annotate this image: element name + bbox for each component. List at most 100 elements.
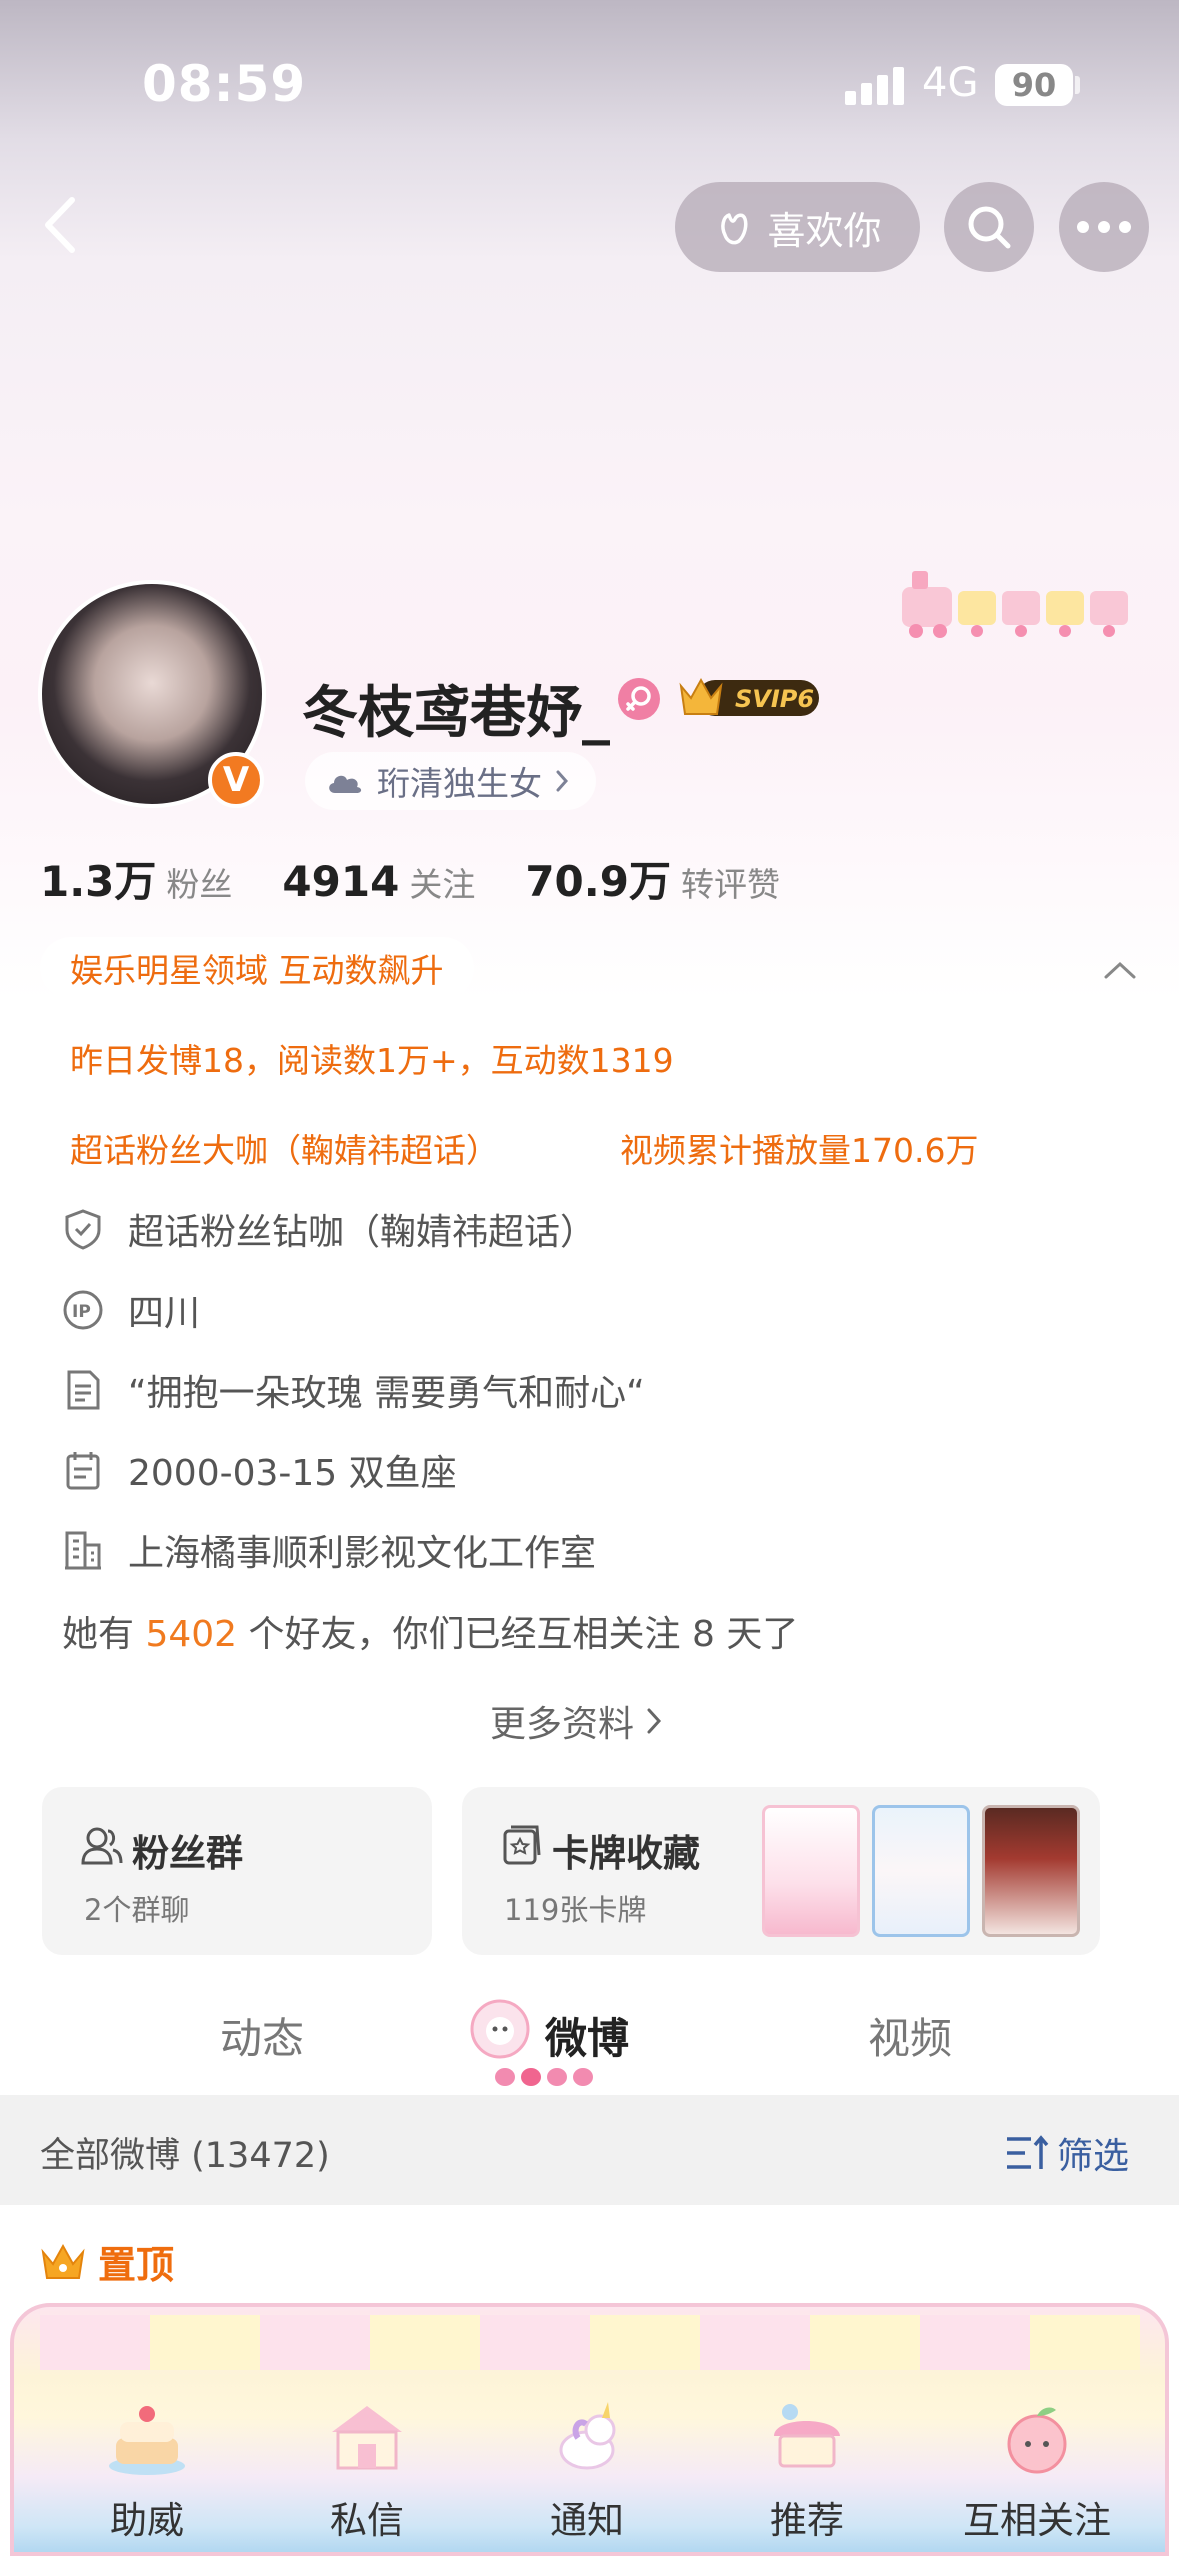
cake-icon bbox=[109, 2406, 185, 2475]
nav-recommend-label: 推荐 bbox=[770, 2499, 844, 2542]
search-icon bbox=[968, 206, 1011, 249]
tab-videos[interactable]: 视频 bbox=[868, 2005, 952, 2066]
info-birthday: 2000-03-15 双鱼座 bbox=[62, 1444, 457, 1496]
network-type: 4G bbox=[922, 60, 979, 106]
filter-button[interactable]: 筛选 bbox=[1005, 2127, 1129, 2179]
carousel-icon bbox=[332, 2406, 402, 2470]
info-bio: “拥抱一朵玫瑰 需要勇气和耐心“ bbox=[62, 1364, 645, 1416]
svip-label: SVIP6 bbox=[735, 685, 814, 713]
card-thumbnail-3[interactable] bbox=[982, 1805, 1080, 1937]
fan-group-sub: 2个群聊 bbox=[84, 1893, 190, 1927]
info-company-text: 上海橘事顺利影视文化工作室 bbox=[128, 1533, 597, 1574]
friends-suffix: 个好友，你们已经互相关注 8 天了 bbox=[248, 1614, 799, 1655]
yesterday-stats-chip[interactable]: 昨日发博18，阅读数1万+，互动数1319 bbox=[40, 1027, 704, 1089]
unicorn-icon bbox=[559, 2402, 616, 2470]
nav-cheer-label: 助威 bbox=[110, 2499, 184, 2542]
sort-icon bbox=[1007, 2135, 1049, 2169]
train-decoration-icon bbox=[902, 571, 1128, 638]
info-ip: IP 四川 bbox=[62, 1284, 200, 1336]
info-bio-text: “拥抱一朵玫瑰 需要勇气和耐心“ bbox=[128, 1373, 645, 1414]
more-dots-icon bbox=[1077, 221, 1131, 233]
nav-notifications-label: 通知 bbox=[550, 2499, 624, 2542]
like-you-label: 喜欢你 bbox=[767, 208, 882, 253]
card-thumbnail-2[interactable] bbox=[872, 1805, 970, 1937]
calendar-icon bbox=[62, 1449, 104, 1491]
building-icon bbox=[62, 1529, 104, 1571]
nav-mutual-follow[interactable]: 互相关注 bbox=[952, 2400, 1122, 2544]
supertopic-chip[interactable]: 超话粉丝大咖（鞠婧祎超话） bbox=[40, 1117, 529, 1179]
more-options-button[interactable] bbox=[1059, 182, 1149, 272]
nav-messages[interactable]: 私信 bbox=[292, 2400, 442, 2544]
nav-recommend[interactable]: 推荐 bbox=[732, 2400, 882, 2544]
domain-chip[interactable]: 娱乐明星领域 互动数飙升 bbox=[40, 937, 474, 999]
active-tab-indicator bbox=[495, 2068, 593, 2086]
stat-following[interactable]: 4914 关注 bbox=[282, 857, 475, 906]
nav-mutual-follow-label: 互相关注 bbox=[963, 2499, 1111, 2542]
stat-followers-label: 粉丝 bbox=[166, 865, 233, 904]
peach-icon bbox=[1007, 2407, 1067, 2474]
status-time: 08:59 bbox=[142, 55, 307, 113]
card-collection-sub: 119张卡牌 bbox=[504, 1893, 647, 1927]
video-plays-chip[interactable]: 视频累计播放量170.6万 bbox=[590, 1117, 1009, 1179]
fan-group-title: 粉丝群 bbox=[132, 1832, 243, 1875]
battery-tip bbox=[1075, 76, 1080, 94]
fan-tag[interactable]: 珩清独生女 bbox=[305, 752, 596, 810]
info-supertopic-rank-text: 超话粉丝钻咖（鞠婧祎超话） bbox=[128, 1212, 597, 1253]
chevron-left-icon bbox=[45, 197, 75, 253]
stat-following-label: 关注 bbox=[409, 865, 476, 904]
feed-filter-bar: 全部微博 (13472) 筛选 bbox=[0, 2095, 1179, 2205]
cotton-candy-icon bbox=[774, 2404, 840, 2468]
nav-notifications[interactable]: 通知 bbox=[512, 2400, 662, 2544]
profile-stats: 1.3万 粉丝 4914 关注 70.9万 转评赞 bbox=[40, 848, 830, 909]
hand-wave-icon bbox=[721, 213, 748, 245]
bottom-nav: 助威 私信 通知 推荐 互相关注 bbox=[0, 2295, 1179, 2556]
friends-prefix: 她有 bbox=[62, 1614, 135, 1655]
friends-count: 5402 bbox=[145, 1614, 238, 1655]
mutual-friends-text: 她有 5402 个好友，你们已经互相关注 8 天了 bbox=[62, 1605, 798, 1657]
svip-badge[interactable]: SVIP6 bbox=[677, 672, 822, 722]
status-bar: 08:59 4G 90 bbox=[0, 0, 1179, 170]
stat-interactions[interactable]: 70.9万 转评赞 bbox=[525, 848, 780, 909]
card-thumbnail-1[interactable] bbox=[762, 1805, 860, 1937]
tab-weibo[interactable]: 微博 bbox=[545, 2005, 629, 2066]
cloud-icon bbox=[329, 775, 362, 793]
pinned-text: 置顶 bbox=[98, 2243, 175, 2287]
more-info-link[interactable]: 更多资料 bbox=[490, 1695, 663, 1747]
chevron-right-icon bbox=[647, 1708, 662, 1734]
card-collection-title: 卡牌收藏 bbox=[552, 1832, 700, 1875]
info-company: 上海橘事顺利影视文化工作室 bbox=[62, 1524, 596, 1576]
battery-icon: 90 bbox=[995, 64, 1073, 106]
info-birthday-text: 2000-03-15 双鱼座 bbox=[128, 1453, 457, 1494]
more-info-label: 更多资料 bbox=[490, 1704, 635, 1745]
back-button[interactable] bbox=[28, 190, 98, 260]
chevron-up-icon[interactable] bbox=[1100, 955, 1140, 985]
nav-cheer[interactable]: 助威 bbox=[72, 2400, 222, 2544]
like-you-button[interactable]: 喜欢你 bbox=[675, 182, 920, 272]
info-supertopic-rank: 超话粉丝钻咖（鞠婧祎超话） bbox=[62, 1203, 596, 1255]
document-icon bbox=[62, 1369, 104, 1411]
stat-interactions-label: 转评赞 bbox=[680, 865, 780, 904]
stat-interactions-value: 70.9万 bbox=[525, 857, 671, 906]
users-icon bbox=[81, 1827, 123, 1865]
search-button[interactable] bbox=[944, 182, 1034, 272]
verified-badge: V bbox=[208, 752, 264, 808]
username: 冬枝鸢巷妤_ bbox=[302, 681, 610, 746]
signal-icon bbox=[845, 65, 905, 105]
tab-dynamics[interactable]: 动态 bbox=[220, 2005, 304, 2066]
fan-tag-label: 珩清独生女 bbox=[377, 764, 542, 803]
female-icon bbox=[618, 678, 660, 720]
stat-followers[interactable]: 1.3万 粉丝 bbox=[40, 848, 232, 909]
crown-icon bbox=[41, 2243, 85, 2279]
nav-messages-label: 私信 bbox=[330, 2499, 404, 2542]
card-collection-card[interactable]: 卡牌收藏 119张卡牌 bbox=[462, 1787, 1100, 1955]
stat-following-value: 4914 bbox=[282, 857, 400, 906]
ip-icon: IP bbox=[62, 1289, 104, 1331]
stat-followers-value: 1.3万 bbox=[40, 857, 157, 906]
filter-label: 筛选 bbox=[1057, 2136, 1130, 2177]
all-weibo-count: 全部微博 (13472) bbox=[40, 2136, 330, 2176]
info-ip-text: 四川 bbox=[128, 1293, 201, 1334]
shield-check-icon bbox=[62, 1208, 104, 1250]
awning-decoration bbox=[40, 2315, 1140, 2370]
fan-group-card[interactable]: 粉丝群 2个群聊 bbox=[42, 1787, 432, 1955]
card-collection-icon bbox=[503, 1825, 541, 1865]
